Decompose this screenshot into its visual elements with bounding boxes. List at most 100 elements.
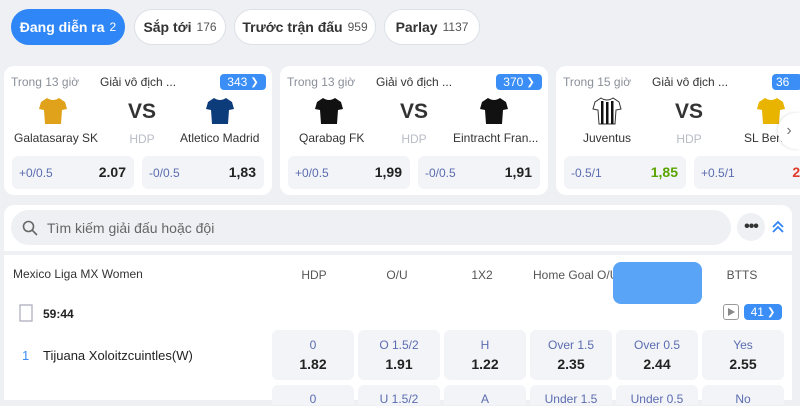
- column-header-highlight[interactable]: [613, 262, 702, 304]
- odds-cell-value: 2.44: [643, 356, 671, 372]
- odds-cell-home-goal-under[interactable]: Under 1.5: [530, 385, 612, 406]
- odds-away[interactable]: -0/0.5 1,91: [418, 156, 540, 189]
- handicap-label: -0/0.5: [425, 166, 456, 180]
- handicap-label: +0.5/1: [701, 166, 735, 180]
- handicap-label: -0.5/1: [571, 166, 602, 180]
- odds-home[interactable]: -0.5/1 1,85: [564, 156, 686, 189]
- odds-cell-1x2[interactable]: H 1.22: [444, 330, 526, 380]
- match-time: Trong 13 giờ: [11, 75, 80, 89]
- odds-away[interactable]: +0.5/1 2,: [694, 156, 800, 189]
- vs-label: VS: [674, 100, 703, 123]
- away-shirt-icon: [206, 98, 234, 124]
- tab-live[interactable]: Đang diễn ra 2: [11, 9, 125, 45]
- column-header-home-goal-ou: Home Goal O/U: [533, 268, 619, 282]
- vs-label: VS: [399, 100, 428, 123]
- odds-cell-hdp-away[interactable]: 0: [272, 385, 354, 406]
- status-tabs: Đang diễn ra 2 Sắp tới 176 Trước trận đấ…: [0, 0, 800, 56]
- home-shirt-icon: [592, 97, 622, 125]
- odds-cell-label: Yes: [733, 338, 753, 352]
- odds-cell-label: H: [480, 338, 490, 352]
- odds-value: 1,91: [504, 164, 532, 180]
- odds-cell-ou-under[interactable]: U 1.5/2: [358, 385, 440, 406]
- league-name: Giải vô địch ...: [652, 75, 729, 89]
- tab-label: Trước trận đấu: [242, 19, 343, 35]
- odds-value: 1,85: [650, 164, 678, 180]
- odds-cell-1x2-away[interactable]: A: [444, 385, 526, 406]
- odds-home[interactable]: +0/0.5 2.07: [12, 156, 134, 189]
- odds-cell-label: A: [480, 392, 489, 406]
- handicap-label: -0/0.5: [149, 166, 180, 180]
- table-league-name: Mexico Liga MX Women: [13, 267, 143, 281]
- odds-cell-value: 1.82: [299, 356, 327, 372]
- odds-cell-away-goal-under[interactable]: Under 0.5: [616, 385, 698, 406]
- tab-pre-match[interactable]: Trước trận đấu 959: [234, 9, 376, 45]
- tab-label: Đang diễn ra: [19, 19, 105, 35]
- tab-label: Parlay: [395, 19, 438, 35]
- home-shirt-icon: [315, 98, 343, 124]
- tab-upcoming[interactable]: Sắp tới 176: [134, 9, 226, 45]
- odds-cell-btts-no[interactable]: No: [702, 385, 784, 406]
- tab-count: 2: [109, 20, 117, 34]
- away-team: Eintracht Fran...: [453, 131, 539, 145]
- odds-cell-label: O 1.5/2: [379, 338, 419, 352]
- row-number: 1: [22, 348, 30, 363]
- match-time: Trong 13 giờ: [287, 75, 356, 89]
- away-team: Atletico Madrid: [180, 131, 260, 145]
- column-header-ou: O/U: [386, 268, 408, 282]
- odds-value: 2,: [792, 164, 800, 180]
- league-name: Giải vô địch ...: [100, 75, 177, 89]
- odds-cell-value: 1.22: [471, 356, 499, 372]
- search-bar: •••: [4, 205, 792, 251]
- odds-cell-label: 0: [309, 392, 317, 406]
- match-card[interactable]: Trong 13 giờ Giải vô địch ... 343 ❯ VS Ga…: [4, 66, 272, 195]
- play-icon: [728, 308, 735, 316]
- column-header-hdp: HDP: [301, 268, 327, 282]
- odds-away[interactable]: -0/0.5 1,83: [142, 156, 264, 189]
- match-time: Trong 15 giờ: [563, 75, 632, 89]
- odds-value: 1,99: [374, 164, 402, 180]
- odds-home[interactable]: +0/0.5 1,99: [288, 156, 410, 189]
- home-team: Juventus: [583, 131, 632, 145]
- match-card[interactable]: Trong 15 giờ Giải vô địch ... 36 VS Juve…: [556, 66, 800, 195]
- odds-cell-label: Over 0.5: [633, 338, 681, 352]
- more-markets-badge[interactable]: 41 ❯: [744, 304, 782, 320]
- odds-value: 1,83: [228, 164, 256, 180]
- odds-cell-away-goal-ou[interactable]: Over 0.5 2.44: [616, 330, 698, 380]
- home-shirt-icon: [39, 98, 67, 124]
- hdp-label: HDP: [129, 132, 155, 146]
- team-name: Tijuana Xoloitzcuintles(W): [43, 348, 193, 363]
- search-input[interactable]: [11, 210, 731, 245]
- bookmark-icon[interactable]: [18, 304, 34, 322]
- play-video-icon[interactable]: [723, 304, 739, 320]
- market-count-badge[interactable]: 343 ❯: [220, 74, 266, 90]
- collapse-up-icon[interactable]: [771, 219, 785, 235]
- odds-cell-label: Over 1.5: [547, 338, 595, 352]
- market-count-badge[interactable]: 370 ❯: [496, 74, 542, 90]
- chevron-right-icon: ❯: [250, 76, 259, 88]
- handicap-label: +0/0.5: [295, 166, 329, 180]
- search-icon: [22, 220, 38, 236]
- badge-count: 370: [503, 75, 524, 89]
- tab-parlay[interactable]: Parlay 1137: [384, 9, 480, 45]
- match-card[interactable]: Trong 13 giờ Giải vô địch ... 370 ❯ VS Qa…: [280, 66, 548, 195]
- odds-cell-label: Under 0.5: [630, 392, 684, 406]
- odds-cell-hdp[interactable]: 0 1.82: [272, 330, 354, 380]
- tab-label: Sắp tới: [143, 19, 192, 35]
- more-dots-icon: •••: [744, 218, 759, 235]
- odds-value: 2.07: [98, 164, 126, 180]
- chevron-right-icon: ›: [786, 122, 792, 139]
- odds-cell-label: 0: [309, 338, 317, 352]
- odds-cell-ou[interactable]: O 1.5/2 1.91: [358, 330, 440, 380]
- column-header-btts: BTTS: [726, 268, 758, 282]
- odds-cell-label: No: [735, 392, 751, 406]
- odds-cell-label: Under 1.5: [544, 392, 598, 406]
- market-count-badge[interactable]: 36: [772, 74, 800, 90]
- odds-cell-home-goal-ou[interactable]: Over 1.5 2.35: [530, 330, 612, 380]
- odds-cell-btts[interactable]: Yes 2.55: [702, 330, 784, 380]
- league-name: Giải vô địch ...: [376, 75, 453, 89]
- hdp-label: HDP: [401, 132, 427, 146]
- more-options-button[interactable]: •••: [737, 213, 765, 241]
- home-team: Qarabag FK: [299, 131, 365, 145]
- handicap-label: +0/0.5: [19, 166, 53, 180]
- chevron-right-icon: ❯: [766, 306, 776, 318]
